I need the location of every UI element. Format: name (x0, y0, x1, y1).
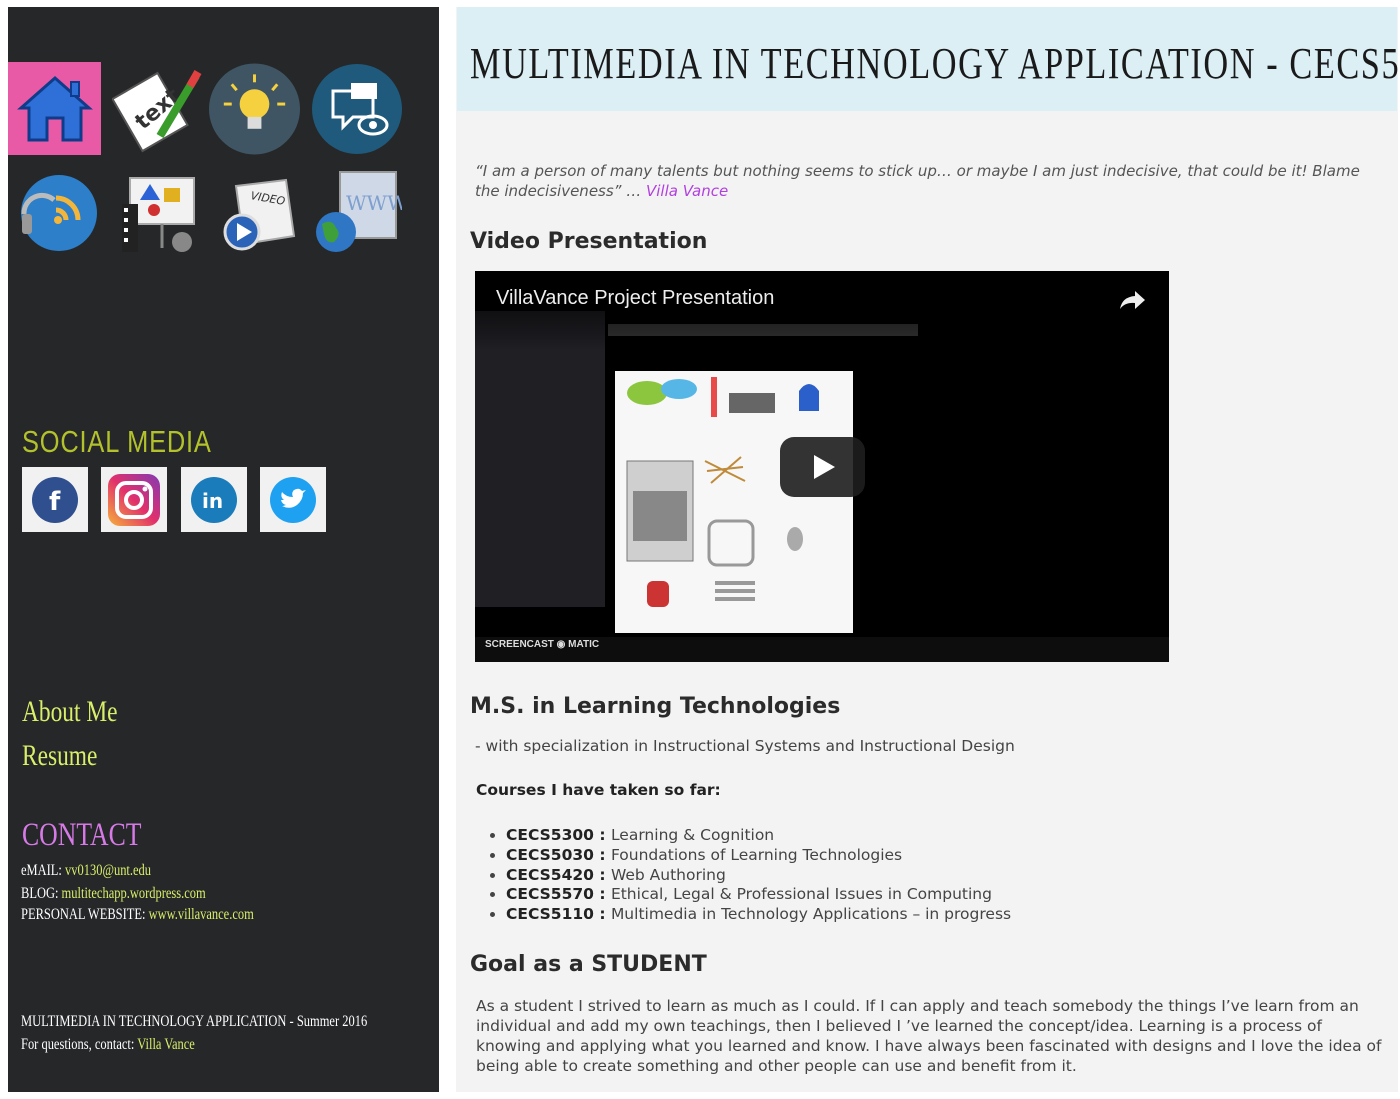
svg-text:f: f (49, 487, 61, 517)
quote-author-link[interactable]: Villa Vance (646, 182, 728, 200)
play-icon (813, 455, 835, 479)
blog-link[interactable]: multitechapp.wordpress.com (62, 885, 206, 902)
text-edit-icon[interactable]: text (110, 62, 203, 155)
footer-contact-line: For questions, contact: Villa Vance (21, 1036, 195, 1054)
course-separator: : (593, 885, 611, 904)
website-link[interactable]: www.villavance.com (149, 906, 254, 923)
course-separator: : (593, 845, 611, 864)
play-button[interactable] (780, 437, 865, 497)
twitter-icon (270, 476, 316, 523)
quote-text: “I am a person of many talents but nothi… (475, 162, 1360, 200)
ms-heading: M.S. in Learning Technologies (470, 694, 841, 719)
goal-heading: Goal as a STUDENT (470, 952, 707, 977)
lightbulb-icon[interactable] (208, 62, 301, 155)
sidebar: text VIDEO WWW SOCIAL MEDIA f in About M… (8, 7, 439, 1092)
share-icon[interactable] (1119, 289, 1147, 315)
course-list: CECS5300 : Learning & Cognition CECS5030… (486, 826, 1011, 925)
course-name: Ethical, Legal & Professional Issues in … (610, 885, 992, 904)
course-code: CECS5110 (506, 905, 594, 924)
video-title: VillaVance Project Presentation (496, 287, 775, 309)
course-code: CECS5570 (506, 885, 594, 904)
about-me-link[interactable]: About Me (22, 695, 118, 729)
list-item: CECS5570 : Ethical, Legal & Professional… (506, 885, 1011, 905)
course-name: Foundations of Learning Technologies (610, 845, 903, 864)
course-code: CECS5420 (506, 865, 594, 884)
email-link[interactable]: vv0130@unt.edu (65, 862, 151, 879)
courses-label: Courses I have taken so far: (476, 781, 721, 799)
resume-link[interactable]: Resume (22, 739, 97, 773)
screencast-badge: SCREENCAST ◉ MATIC (485, 639, 600, 650)
chat-eye-icon[interactable] (310, 62, 403, 155)
footer-contact-prefix: For questions, contact: (21, 1036, 135, 1053)
linkedin-icon: in (191, 476, 237, 523)
presentation-icon[interactable] (112, 166, 205, 259)
contact-email: eMAIL: vv0130@unt.edu (21, 862, 151, 880)
ms-subtitle: - with specialization in Instructional S… (475, 737, 1015, 755)
footer-course-line: MULTIMEDIA IN TECHNOLOGY APPLICATION - S… (21, 1013, 368, 1030)
course-name: Web Authoring (610, 865, 726, 884)
video-thumbnail-content (615, 371, 853, 633)
linkedin-link[interactable]: in (181, 467, 247, 532)
audio-icon[interactable] (12, 166, 105, 259)
course-separator: : (593, 826, 611, 844)
home-icon[interactable] (8, 62, 101, 155)
page-title: MULTIMEDIA IN TECHNOLOGY APPLICATION - C… (470, 39, 1400, 88)
course-name: Learning & Cognition (610, 826, 775, 844)
contact-blog: BLOG: multitechapp.wordpress.com (21, 885, 206, 903)
list-item: CECS5030 : Foundations of Learning Techn… (506, 846, 1011, 866)
list-item: CECS5110 : Multimedia in Technology Appl… (506, 905, 1011, 925)
course-name: Multimedia in Technology Applications – … (610, 905, 1012, 924)
course-code: CECS5300 (506, 826, 594, 844)
svg-text:in: in (202, 489, 223, 513)
video-player[interactable]: VillaVance Project Presentation SCREENCA… (475, 271, 1169, 662)
www-globe-icon[interactable]: WWW (310, 166, 403, 259)
contact-heading: CONTACT (22, 817, 142, 853)
course-separator: : (593, 865, 611, 884)
instagram-icon (108, 473, 160, 526)
video-thumbnail-sidebar (475, 311, 605, 607)
video-title-shade (475, 271, 1169, 351)
course-separator: : (593, 905, 611, 924)
www-icon-label: WWW (346, 191, 402, 215)
instagram-link[interactable] (101, 467, 167, 532)
footer-contact-name-link[interactable]: Villa Vance (137, 1036, 195, 1053)
facebook-link[interactable]: f (22, 467, 88, 532)
contact-website: PERSONAL WEBSITE: www.villavance.com (21, 906, 254, 924)
video-icon[interactable]: VIDEO (212, 166, 305, 259)
course-code: CECS5030 (506, 845, 594, 864)
social-media-heading: SOCIAL MEDIA (22, 424, 212, 459)
twitter-link[interactable] (260, 467, 326, 532)
goal-text: As a student I strived to learn as much … (476, 997, 1382, 1075)
list-item: CECS5420 : Web Authoring (506, 866, 1011, 886)
video-heading: Video Presentation (470, 229, 708, 254)
blog-label: BLOG: (21, 885, 59, 902)
facebook-icon: f (32, 476, 78, 523)
quote: “I am a person of many talents but nothi… (475, 161, 1375, 201)
website-label: PERSONAL WEBSITE: (21, 906, 146, 923)
email-label: eMAIL: (21, 862, 62, 879)
list-item: CECS5300 : Learning & Cognition (506, 826, 1011, 846)
